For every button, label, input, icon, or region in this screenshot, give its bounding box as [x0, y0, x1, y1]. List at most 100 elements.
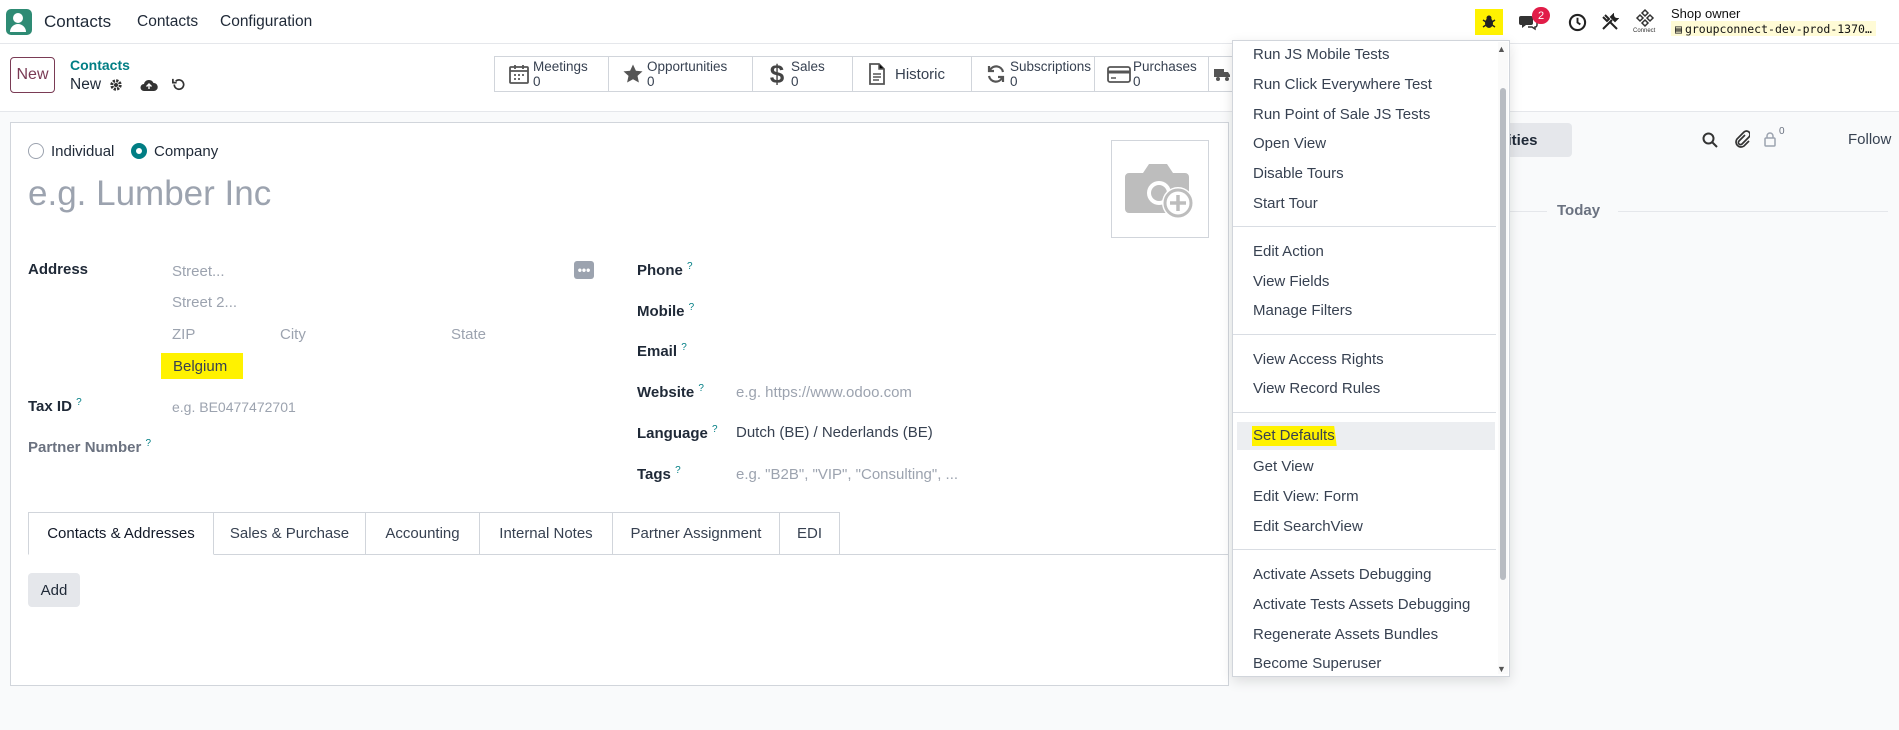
- smart-button-subscriptions[interactable]: Subscriptions 0: [971, 56, 1095, 92]
- app-name[interactable]: Contacts: [44, 12, 111, 32]
- menu-item-view-fields[interactable]: View Fields: [1253, 273, 1329, 290]
- smart-button-historic[interactable]: Historic: [852, 56, 972, 92]
- gear-icon[interactable]: [108, 77, 124, 93]
- menu-item-view-record-rules[interactable]: View Record Rules: [1253, 380, 1380, 397]
- menu-item-run-js-mobile-tests[interactable]: Run JS Mobile Tests: [1253, 46, 1389, 63]
- database-name: ▤ groupconnect-dev-prod-1370…: [1671, 21, 1876, 36]
- debug-bug-icon[interactable]: [1475, 9, 1503, 35]
- website-input[interactable]: e.g. https://www.odoo.com: [736, 384, 912, 401]
- address-label: Address: [28, 261, 89, 278]
- dropdown-scroll-thumb[interactable]: [1500, 88, 1506, 580]
- smart-label: Sales: [791, 59, 825, 74]
- database-icon: ▤: [1675, 21, 1682, 36]
- menu-item-manage-filters[interactable]: Manage Filters: [1253, 302, 1352, 319]
- city-input[interactable]: City: [280, 326, 306, 343]
- language-select[interactable]: Dutch (BE) / Nederlands (BE): [736, 424, 933, 441]
- help-tooltip[interactable]: ?: [712, 424, 718, 435]
- help-tooltip[interactable]: ?: [687, 261, 693, 272]
- new-button[interactable]: New: [10, 57, 55, 93]
- street-input[interactable]: Street...: [172, 263, 225, 280]
- menu-item-regenerate-assets[interactable]: Regenerate Assets Bundles: [1253, 626, 1438, 643]
- smart-count: 0: [1010, 74, 1018, 89]
- menu-contacts[interactable]: Contacts: [137, 13, 198, 31]
- tax-id-input[interactable]: e.g. BE0477472701: [172, 399, 296, 415]
- calendar-icon: [505, 63, 533, 85]
- scroll-up-icon[interactable]: ▲: [1497, 44, 1506, 54]
- smart-button-meetings[interactable]: Meetings 0: [494, 56, 609, 92]
- tools-icon[interactable]: [1599, 11, 1621, 33]
- paperclip-icon[interactable]: [1732, 128, 1752, 150]
- radio-individual[interactable]: [28, 143, 44, 159]
- smart-button-opportunities[interactable]: Opportunities 0: [608, 56, 753, 92]
- truck-icon: [1211, 66, 1233, 82]
- help-tooltip[interactable]: ?: [689, 302, 695, 313]
- country-input[interactable]: Belgium: [161, 353, 243, 379]
- menu-item-view-access-rights[interactable]: View Access Rights: [1253, 351, 1384, 368]
- menu-item-activate-tests-assets-debugging[interactable]: Activate Tests Assets Debugging: [1253, 596, 1470, 613]
- tab-contacts-addresses[interactable]: Contacts & Addresses: [28, 512, 214, 555]
- menu-item-disable-tours[interactable]: Disable Tours: [1253, 165, 1344, 182]
- email-text: Email: [637, 343, 678, 360]
- zip-input[interactable]: ZIP: [172, 326, 195, 343]
- state-input[interactable]: State: [451, 326, 486, 343]
- menu-item-edit-view-form[interactable]: Edit View: Form: [1253, 488, 1359, 505]
- dollar-icon: $: [769, 58, 785, 89]
- help-tooltip[interactable]: ?: [675, 465, 681, 476]
- street2-input[interactable]: Street 2...: [172, 294, 237, 311]
- smart-button-more[interactable]: [1208, 56, 1234, 92]
- tags-input[interactable]: e.g. "B2B", "VIP", "Consulting", ...: [736, 466, 958, 483]
- menu-item-run-pos-js-tests[interactable]: Run Point of Sale JS Tests: [1253, 106, 1430, 123]
- discard-undo-icon[interactable]: [169, 76, 187, 93]
- add-line-button[interactable]: Add: [28, 573, 80, 607]
- clock-icon[interactable]: [1566, 11, 1588, 33]
- connect-logo-icon[interactable]: [1633, 8, 1657, 28]
- contacts-app-icon[interactable]: [6, 9, 32, 35]
- menu-item-edit-action[interactable]: Edit Action: [1253, 243, 1324, 260]
- website-label: Website ?: [637, 383, 704, 401]
- tab-edi[interactable]: EDI: [780, 512, 840, 555]
- mobile-text: Mobile: [637, 303, 685, 320]
- help-tooltip[interactable]: ?: [681, 342, 687, 353]
- tab-internal-notes[interactable]: Internal Notes: [480, 512, 613, 555]
- radio-company-label[interactable]: Company: [154, 143, 218, 160]
- tab-partner-assignment[interactable]: Partner Assignment: [613, 512, 780, 555]
- smart-label: Purchases: [1133, 59, 1197, 74]
- radio-individual-label[interactable]: Individual: [51, 143, 114, 160]
- help-tooltip[interactable]: ?: [76, 397, 82, 408]
- smart-label: Historic: [895, 65, 946, 83]
- scroll-down-icon[interactable]: ▼: [1497, 664, 1506, 674]
- avatar-upload[interactable]: [1111, 140, 1209, 238]
- help-tooltip[interactable]: ?: [698, 383, 704, 394]
- follow-button[interactable]: Follow: [1848, 131, 1891, 148]
- menu-item-set-defaults[interactable]: Set Defaults: [1252, 426, 1337, 446]
- smart-button-purchases[interactable]: Purchases 0: [1094, 56, 1209, 92]
- today-divider-right: [1618, 211, 1888, 212]
- cloud-save-icon[interactable]: [139, 76, 159, 93]
- menu-item-start-tour[interactable]: Start Tour: [1253, 195, 1318, 212]
- search-icon[interactable]: [1700, 130, 1720, 150]
- address-more-icon[interactable]: •••: [574, 261, 594, 279]
- menu-item-get-view[interactable]: Get View: [1253, 458, 1314, 475]
- smart-button-sales[interactable]: $ Sales 0: [752, 56, 853, 92]
- followers-lock-icon[interactable]: [1762, 130, 1778, 148]
- today-divider-left: [1510, 211, 1547, 212]
- user-name[interactable]: Shop owner: [1671, 6, 1740, 21]
- breadcrumb-contacts[interactable]: Contacts: [70, 57, 130, 73]
- smart-label: Meetings: [533, 59, 588, 74]
- smart-count: 0: [533, 74, 541, 89]
- menu-item-become-superuser[interactable]: Become Superuser: [1253, 655, 1381, 672]
- help-tooltip[interactable]: ?: [146, 438, 152, 449]
- menu-configuration[interactable]: Configuration: [220, 13, 312, 31]
- connect-label: Connect: [1633, 28, 1656, 34]
- menu-item-run-click-everywhere[interactable]: Run Click Everywhere Test: [1253, 76, 1432, 93]
- smart-count: 0: [647, 74, 655, 89]
- menu-item-open-view[interactable]: Open View: [1253, 135, 1326, 152]
- tax-id-text: Tax ID: [28, 398, 72, 415]
- menu-item-edit-searchview[interactable]: Edit SearchView: [1253, 518, 1363, 535]
- company-name-input[interactable]: e.g. Lumber Inc: [28, 174, 271, 214]
- tab-accounting[interactable]: Accounting: [366, 512, 480, 555]
- menu-item-activate-assets-debugging[interactable]: Activate Assets Debugging: [1253, 566, 1431, 583]
- tab-sales-purchase[interactable]: Sales & Purchase: [214, 512, 366, 555]
- smart-count: 0: [1133, 74, 1141, 89]
- radio-company[interactable]: [131, 143, 147, 159]
